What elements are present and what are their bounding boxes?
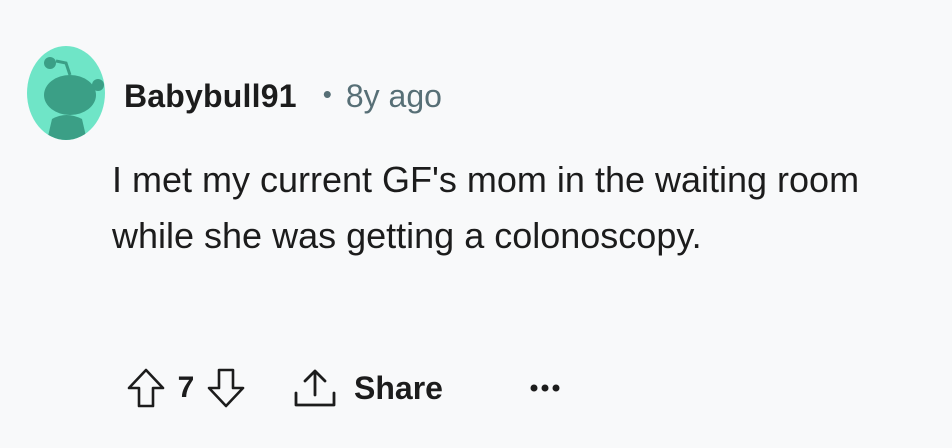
comment-header: Babybull91 • 8y ago (124, 76, 442, 116)
downvote-button[interactable] (200, 362, 252, 414)
more-options-icon (530, 384, 560, 392)
share-button[interactable]: Share (292, 367, 443, 409)
comment: Babybull91 • 8y ago I met my current GF'… (0, 0, 952, 448)
comment-body: I met my current GF's mom in the waiting… (112, 159, 860, 256)
more-options-button[interactable] (523, 366, 567, 410)
meta-separator: • (322, 78, 332, 109)
avatar[interactable] (26, 45, 106, 141)
comment-actions: 7 Share (120, 362, 567, 414)
username[interactable]: Babybull91 (124, 78, 297, 115)
timestamp[interactable]: 8y ago (346, 78, 442, 115)
share-label: Share (354, 369, 443, 406)
downvote-arrow-icon (207, 368, 245, 408)
upvote-button[interactable] (120, 362, 172, 414)
snoo-avatar-icon (27, 46, 105, 140)
upvote-arrow-icon (127, 368, 165, 408)
share-icon (294, 369, 336, 407)
vote-score: 7 (177, 371, 195, 404)
